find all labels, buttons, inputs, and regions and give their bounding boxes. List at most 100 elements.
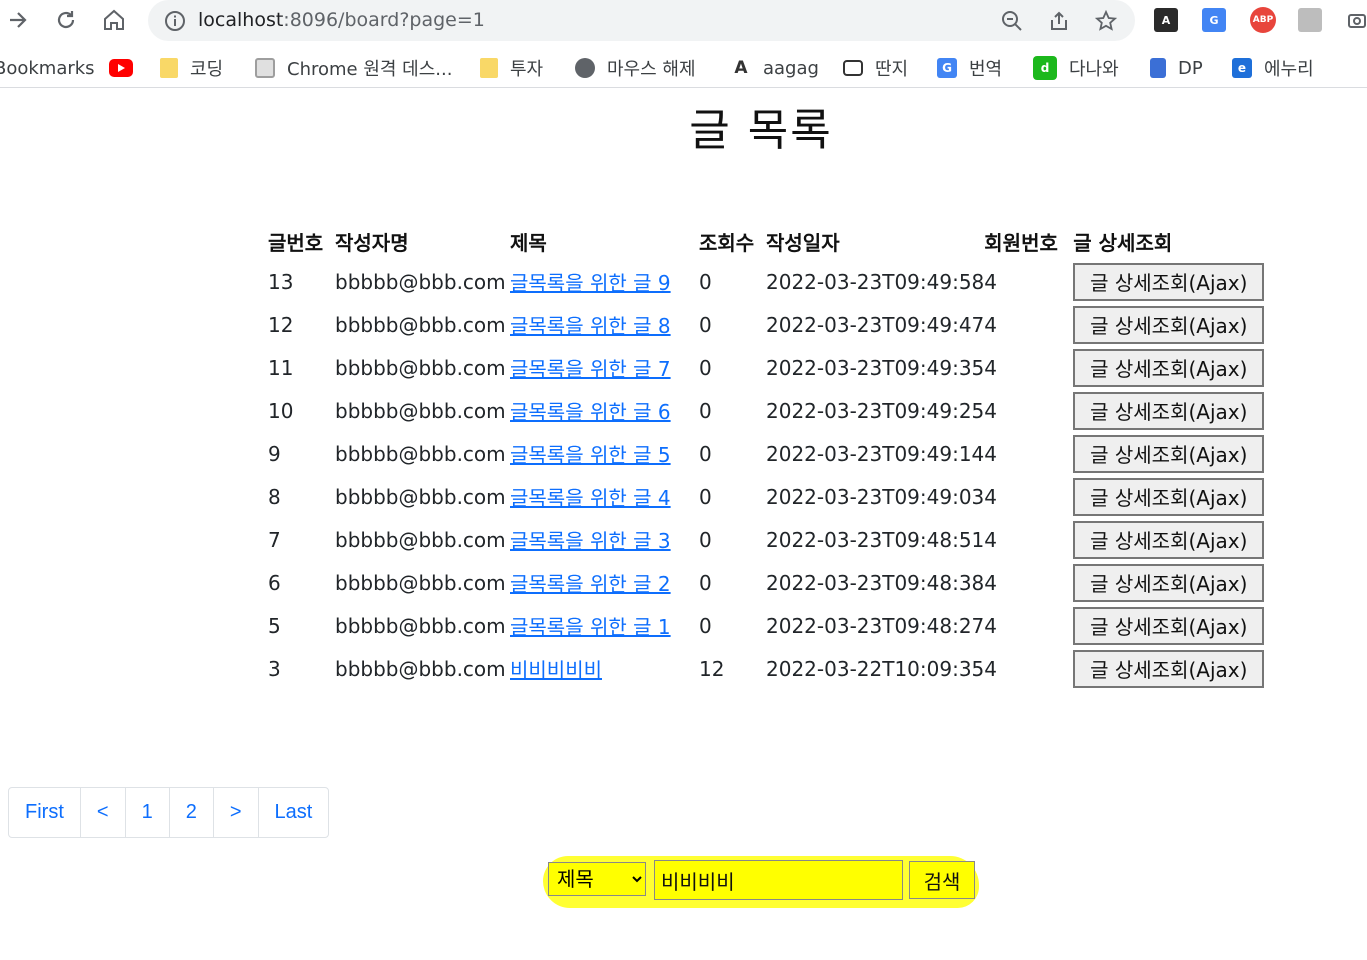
detail-ajax-button[interactable]: 글 상세조회(Ajax) bbox=[1073, 348, 1265, 387]
cell-date: 2022-03-23T09:48:51 bbox=[766, 527, 985, 552]
cell-date: 2022-03-22T10:09:35 bbox=[766, 656, 985, 681]
chrome-remote-icon bbox=[255, 58, 275, 78]
post-title-link[interactable]: 글목록을 위한 글 7 bbox=[510, 357, 671, 381]
cell-title: 글목록을 위한 글 5 bbox=[510, 432, 699, 475]
search-form: 제목 검색 bbox=[543, 856, 979, 908]
board-table: 글번호 작성자명 제목 조회수 작성일자 회원번호 글 상세조회 13 bbbbb… bbox=[268, 222, 1265, 690]
page-next-link[interactable]: > bbox=[212, 788, 258, 837]
page-1-link[interactable]: 1 bbox=[124, 788, 169, 837]
zoom-icon[interactable] bbox=[999, 8, 1025, 34]
cell-views: 12 bbox=[699, 656, 725, 681]
forward-button[interactable] bbox=[4, 6, 32, 34]
detail-ajax-button[interactable]: 글 상세조회(Ajax) bbox=[1073, 606, 1265, 645]
cell-date: 2022-03-23T09:49:35 bbox=[766, 355, 985, 380]
post-title-link[interactable]: 글목록을 위한 글 2 bbox=[510, 572, 671, 596]
detail-ajax-button[interactable]: 글 상세조회(Ajax) bbox=[1073, 391, 1265, 430]
reload-button[interactable] bbox=[52, 6, 80, 34]
detail-ajax-button[interactable]: 글 상세조회(Ajax) bbox=[1073, 563, 1265, 602]
bookmark-aagag[interactable]: Aaagag bbox=[731, 56, 819, 80]
post-title-link[interactable]: 글목록을 위한 글 9 bbox=[510, 271, 671, 295]
bookmark-label: aagag bbox=[763, 57, 819, 79]
bookmark-translate[interactable]: G 번역 bbox=[937, 56, 1002, 80]
cell-detail: 글 상세조회(Ajax) bbox=[1073, 518, 1265, 561]
ddanzi-icon bbox=[843, 60, 863, 76]
youtube-icon bbox=[109, 59, 133, 77]
bookmark-mouse-release[interactable]: 마우스 해제 bbox=[575, 56, 696, 80]
detail-ajax-button[interactable]: 글 상세조회(Ajax) bbox=[1073, 520, 1265, 559]
cell-views: 0 bbox=[699, 398, 712, 423]
page-first-link[interactable]: First bbox=[9, 788, 80, 837]
post-title-link[interactable]: 글목록을 위한 글 6 bbox=[510, 400, 671, 424]
cell-no: 12 bbox=[268, 312, 294, 337]
cell-date: 2022-03-23T09:48:27 bbox=[766, 613, 985, 638]
search-type-select[interactable]: 제목 bbox=[548, 862, 646, 896]
table-row: 7 bbbbb@bbb.com 글목록을 위한 글 3 0 2022-03-23T09:… bbox=[268, 518, 1265, 561]
detail-ajax-button[interactable]: 글 상세조회(Ajax) bbox=[1073, 262, 1265, 301]
post-title-link[interactable]: 글목록을 위한 글 1 bbox=[510, 615, 671, 639]
bookmark-dp[interactable]: DP bbox=[1150, 56, 1203, 80]
bookmark-youtube[interactable] bbox=[109, 56, 133, 80]
detail-ajax-button[interactable]: 글 상세조회(Ajax) bbox=[1073, 434, 1265, 473]
post-title-link[interactable]: 글목록을 위한 글 8 bbox=[510, 314, 671, 338]
cell-detail: 글 상세조회(Ajax) bbox=[1073, 475, 1265, 518]
post-title-link[interactable]: 글목록을 위한 글 3 bbox=[510, 529, 671, 553]
google-translate-extension-icon[interactable]: G bbox=[1202, 8, 1226, 32]
bookmark-investment[interactable]: 투자 bbox=[480, 56, 543, 80]
page-prev-link[interactable]: < bbox=[79, 788, 125, 837]
post-title-link[interactable]: 글목록을 위한 글 5 bbox=[510, 443, 671, 467]
header-date: 작성일자 bbox=[766, 230, 840, 255]
site-info-icon[interactable] bbox=[164, 10, 186, 36]
cell-writer: bbbbb@bbb.com bbox=[335, 527, 506, 552]
bookmark-star-icon[interactable] bbox=[1093, 8, 1119, 34]
aagag-icon: A bbox=[734, 58, 748, 78]
address-bar[interactable]: localhost:8096/board?page=1 bbox=[148, 0, 1135, 41]
cell-member: 4 bbox=[984, 613, 998, 638]
header-views: 조회수 bbox=[699, 230, 755, 255]
detail-ajax-button[interactable]: 글 상세조회(Ajax) bbox=[1073, 477, 1265, 516]
cell-member: 4 bbox=[984, 398, 998, 423]
cell-detail: 글 상세조회(Ajax) bbox=[1073, 561, 1265, 604]
home-button[interactable] bbox=[100, 6, 128, 34]
cell-title: 글목록을 위한 글 7 bbox=[510, 346, 699, 389]
arrow-right-icon bbox=[10, 12, 27, 28]
page-2-link[interactable]: 2 bbox=[168, 788, 213, 837]
cell-no: 8 bbox=[268, 484, 281, 509]
table-row: 6 bbbbb@bbb.com 글목록을 위한 글 2 0 2022-03-23T09:… bbox=[268, 561, 1265, 604]
cell-title: 글목록을 위한 글 6 bbox=[510, 389, 699, 432]
cell-views: 0 bbox=[699, 484, 712, 509]
page-last-link[interactable]: Last bbox=[257, 788, 329, 837]
bookmark-label: 코딩 bbox=[190, 59, 224, 80]
share-icon[interactable] bbox=[1046, 8, 1072, 34]
post-title-link[interactable]: 글목록을 위한 글 4 bbox=[510, 486, 671, 510]
cell-no: 7 bbox=[268, 527, 281, 552]
profile-avatar-icon[interactable] bbox=[1298, 8, 1322, 32]
bookmark-bookmarks[interactable]: Bookmarks bbox=[0, 56, 95, 80]
bookmark-enuri[interactable]: e 에누리 bbox=[1232, 56, 1314, 80]
bookmark-chrome-remote[interactable]: Chrome 원격 데스... bbox=[255, 56, 452, 80]
bookmark-coding[interactable]: 코딩 bbox=[160, 56, 223, 80]
table-header-row: 글번호 작성자명 제목 조회수 작성일자 회원번호 글 상세조회 bbox=[268, 222, 1264, 260]
cell-detail: 글 상세조회(Ajax) bbox=[1073, 432, 1265, 475]
bookmark-ddanzi[interactable]: 딴지 bbox=[843, 56, 908, 80]
bookmark-danawa[interactable]: d 다나와 bbox=[1033, 56, 1119, 80]
globe-icon bbox=[575, 58, 595, 78]
detail-ajax-button[interactable]: 글 상세조회(Ajax) bbox=[1073, 305, 1265, 344]
cell-views: 0 bbox=[699, 355, 712, 380]
camera-extension-icon[interactable] bbox=[1346, 6, 1367, 34]
cell-views: 0 bbox=[699, 527, 712, 552]
search-input[interactable] bbox=[654, 860, 903, 900]
extension-a-icon[interactable]: A bbox=[1154, 8, 1178, 32]
adblock-plus-icon[interactable]: ABP bbox=[1250, 7, 1276, 33]
cell-date: 2022-03-23T09:49:03 bbox=[766, 484, 985, 509]
header-no: 글번호 bbox=[268, 230, 324, 255]
home-icon bbox=[104, 9, 124, 30]
cell-date: 2022-03-23T09:49:58 bbox=[766, 269, 985, 294]
page-title: 글 목록 bbox=[689, 105, 833, 156]
search-button[interactable]: 검색 bbox=[909, 861, 975, 899]
cell-writer: bbbbb@bbb.com bbox=[335, 484, 506, 509]
detail-ajax-button[interactable]: 글 상세조회(Ajax) bbox=[1073, 649, 1265, 688]
cell-member: 4 bbox=[984, 312, 998, 337]
table-row: 13 bbbbb@bbb.com 글목록을 위한 글 9 0 2022-03-23T09… bbox=[268, 260, 1265, 303]
url-path: :8096/board?page=1 bbox=[283, 9, 485, 31]
post-title-link[interactable]: 비비비비비 bbox=[510, 658, 602, 682]
